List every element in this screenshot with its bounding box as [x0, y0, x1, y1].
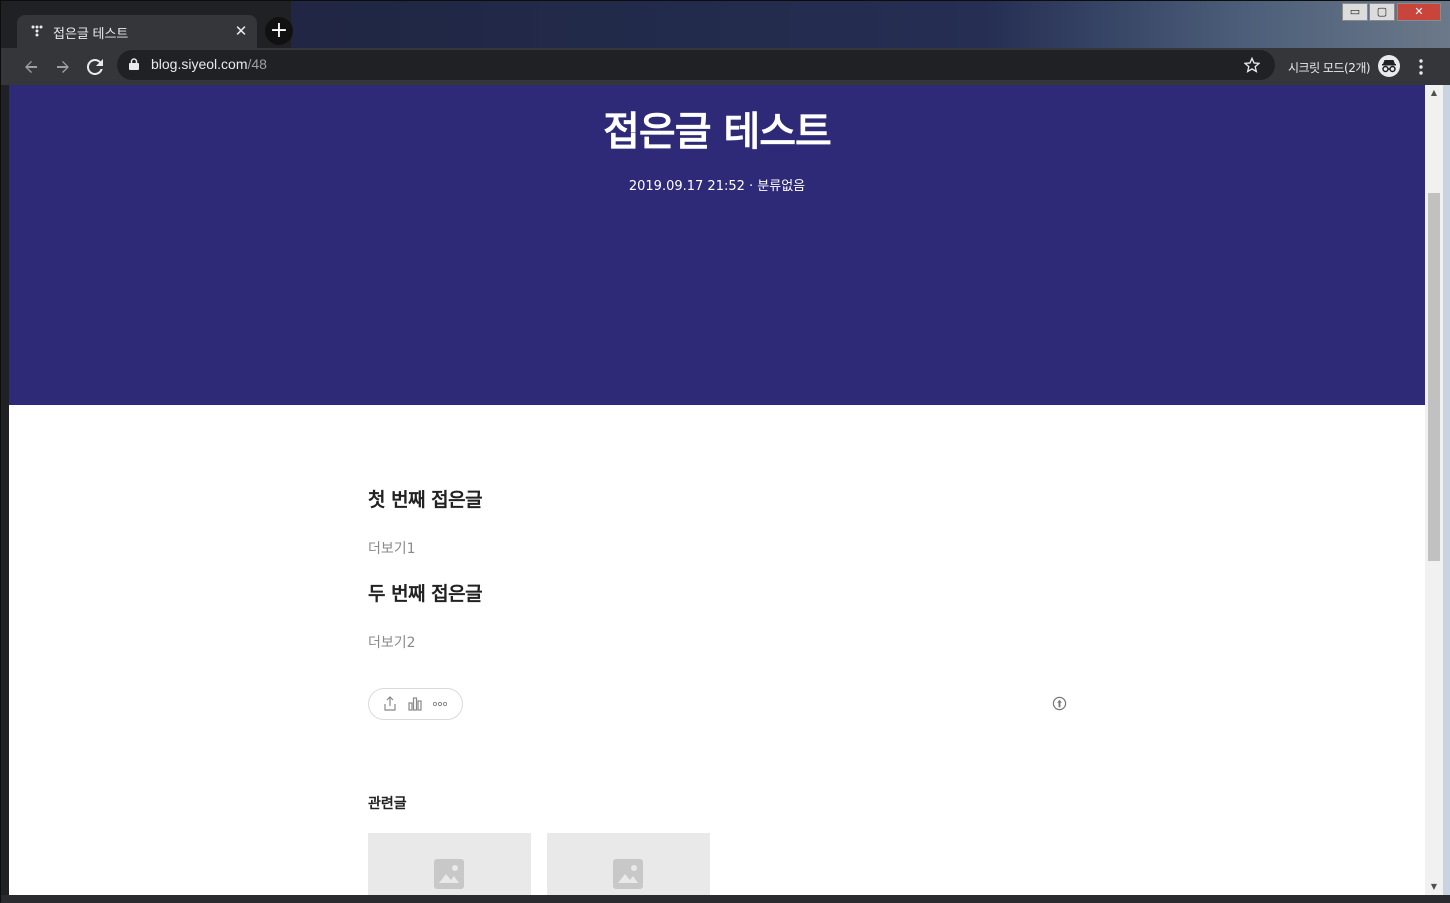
- share-icon[interactable]: [382, 696, 398, 712]
- tab-title: 접은글 테스트: [53, 26, 129, 41]
- stats-icon[interactable]: [407, 696, 423, 712]
- incognito-label[interactable]: 시크릿 모드(2개): [1288, 59, 1371, 76]
- desktop-background: [291, 1, 1450, 48]
- url-path: /48: [247, 56, 267, 72]
- new-tab-button[interactable]: +: [265, 17, 293, 45]
- fold-more-1[interactable]: 더보기1: [368, 538, 416, 558]
- image-placeholder-icon: [613, 859, 643, 889]
- related-post-thumbnail[interactable]: [547, 833, 710, 895]
- star-icon: [1243, 56, 1261, 73]
- forward-icon: [57, 61, 69, 73]
- fold-more-2[interactable]: 더보기2: [368, 632, 416, 652]
- browser-menu-button[interactable]: [1411, 53, 1431, 81]
- image-placeholder-icon: [434, 859, 464, 889]
- bookmark-star-button[interactable]: [1241, 54, 1263, 76]
- lock-icon: [129, 58, 139, 70]
- reload-icon: [86, 58, 103, 75]
- address-bar[interactable]: blog.siyeol.com/48: [117, 50, 1275, 80]
- back-icon: [25, 61, 37, 73]
- forward-button[interactable]: [49, 53, 77, 81]
- maximize-button[interactable]: ▢: [1369, 3, 1395, 21]
- post-header: 접은글 테스트 2019.09.17 21:52 · 분류없음: [9, 85, 1425, 405]
- post-actions: [368, 688, 463, 720]
- browser-window: 접은글 테스트 ✕ + ▭ ▢ ✕ blog.siyeol.com/48 시크릿…: [0, 0, 1450, 903]
- scroll-down-arrow[interactable]: ▼: [1425, 879, 1443, 895]
- tab-active[interactable]: 접은글 테스트 ✕: [17, 15, 257, 48]
- favicon-icon: [31, 25, 43, 37]
- back-button[interactable]: [17, 53, 45, 81]
- tab-strip: 접은글 테스트 ✕ + ▭ ▢ ✕: [1, 1, 1450, 48]
- page-viewport: 접은글 테스트 2019.09.17 21:52 · 분류없음 첫 번째 접은글…: [9, 85, 1425, 895]
- url-host: blog.siyeol.com: [151, 56, 248, 72]
- close-tab-icon[interactable]: ✕: [231, 21, 251, 41]
- scrollbar-thumb[interactable]: [1428, 193, 1440, 561]
- more-icon[interactable]: [432, 696, 448, 712]
- window-frame-left: [1, 85, 9, 895]
- minimize-button[interactable]: ▭: [1342, 3, 1368, 21]
- fold-title-2: 두 번째 접은글: [368, 583, 483, 605]
- scroll-up-arrow[interactable]: ▲: [1425, 85, 1443, 101]
- browser-toolbar: blog.siyeol.com/48 시크릿 모드(2개): [1, 48, 1450, 85]
- reload-button[interactable]: [81, 53, 109, 81]
- close-window-button[interactable]: ✕: [1397, 3, 1441, 21]
- fold-title-1: 첫 번째 접은글: [368, 489, 483, 511]
- menu-icon: [1419, 59, 1423, 75]
- incognito-icon[interactable]: [1378, 55, 1400, 77]
- window-frame-right: [1443, 85, 1450, 895]
- post-title: 접은글 테스트: [603, 109, 832, 155]
- related-posts-title: 관련글: [368, 796, 407, 812]
- vertical-scrollbar[interactable]: ▲ ▼: [1425, 85, 1443, 895]
- related-post-thumbnail[interactable]: [368, 833, 531, 895]
- url-text: blog.siyeol.com/48: [151, 56, 267, 72]
- info-icon[interactable]: [1052, 696, 1067, 711]
- post-meta: 2019.09.17 21:52 · 분류없음: [628, 179, 806, 194]
